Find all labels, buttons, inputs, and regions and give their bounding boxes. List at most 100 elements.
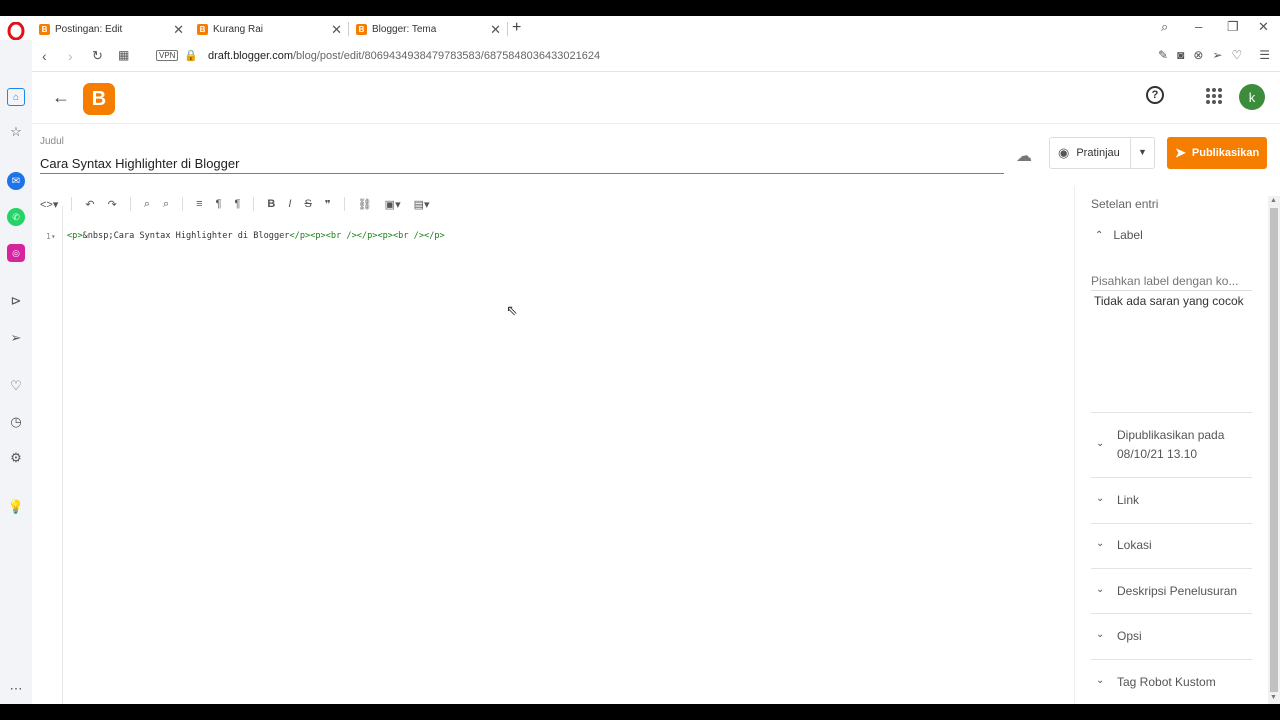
tab-kurang-rai[interactable]: B Kurang Rai ✕ (191, 18, 346, 40)
blogger-logo[interactable]: B (83, 83, 115, 115)
tab-label: Postingan: Edit (55, 23, 123, 35)
player-icon[interactable]: ⊳ (7, 292, 25, 310)
messenger-icon[interactable]: ✉ (7, 172, 25, 190)
label-section-header[interactable]: ⌃ Label (1091, 228, 1143, 242)
reload-icon[interactable]: ↻ (92, 48, 103, 64)
send-icon[interactable]: ➢ (7, 329, 25, 347)
code-gutter (32, 206, 63, 704)
tab-divider (507, 22, 508, 36)
published-section[interactable]: ⌄ Dipublikasikan pada 08/10/21 13.10 (1091, 426, 1252, 464)
code-open-tag: <p> (67, 231, 83, 241)
link-section[interactable]: ⌄ Link (1091, 491, 1252, 510)
chevron-down-icon: ⌄ (1096, 584, 1105, 595)
robot-tags-section[interactable]: ⌄ Tag Robot Kustom (1091, 673, 1252, 692)
location-section[interactable]: ⌄ Lokasi (1091, 536, 1252, 555)
close-tab-icon[interactable]: ✕ (173, 22, 184, 38)
bookmarks-icon[interactable]: ☆ (7, 123, 25, 141)
tab-blogger-tema[interactable]: B Blogger: Tema ✕ (350, 18, 505, 40)
edit-icon[interactable]: ✎ (1158, 48, 1168, 62)
search-tabs-icon[interactable]: ⌕ (1161, 19, 1168, 35)
undo-icon[interactable]: ↶ (85, 198, 94, 211)
heart-icon[interactable]: ♡ (7, 377, 25, 395)
redo-icon[interactable]: ↷ (108, 198, 117, 211)
instagram-icon[interactable]: ◎ (7, 244, 25, 262)
back-icon[interactable]: ‹ (42, 48, 47, 64)
close-window-icon[interactable]: ✕ (1258, 19, 1269, 35)
title-label: Judul (40, 136, 64, 147)
adblock-icon[interactable]: ⊗ (1193, 48, 1203, 62)
vpn-badge[interactable]: VPN (156, 50, 179, 61)
close-tab-icon[interactable]: ✕ (331, 22, 342, 38)
options-section[interactable]: ⌄ Opsi (1091, 627, 1252, 646)
video-icon[interactable]: ▤▾ (414, 198, 430, 211)
section-divider (1091, 523, 1252, 524)
browser-window: B Postingan: Edit ✕ B Kurang Rai ✕ B Blo… (0, 16, 1280, 704)
scroll-down-icon[interactable]: ▼ (1270, 694, 1277, 701)
more-icon[interactable]: ⋯ (7, 680, 25, 698)
preview-button[interactable]: ◉ Pratinjau ▼ (1049, 137, 1155, 169)
label-input[interactable] (1091, 271, 1252, 291)
strikethrough-icon[interactable]: S (304, 198, 311, 210)
bold-icon[interactable]: B (267, 198, 275, 210)
flow-icon[interactable]: ➢ (1212, 48, 1222, 62)
avatar[interactable]: k (1239, 84, 1265, 110)
tab-divider (348, 22, 349, 36)
mouse-cursor-icon: ⇖ (506, 302, 518, 318)
chevron-down-icon[interactable]: ▼ (1138, 147, 1147, 157)
menu-icon[interactable]: ☰ (1259, 48, 1270, 62)
format-align-icon[interactable]: ≡ (196, 198, 202, 210)
link-icon[interactable]: ⛓ (358, 198, 372, 211)
section-divider (1091, 613, 1252, 614)
whatsapp-icon[interactable]: ✆ (7, 208, 25, 226)
opera-logo-icon[interactable] (7, 22, 25, 40)
settings-title: Setelan entri (1091, 197, 1159, 211)
scrollbar-thumb[interactable] (1270, 208, 1278, 692)
camera-icon[interactable]: ◙ (1177, 48, 1184, 62)
help-icon[interactable]: ? (1146, 86, 1164, 104)
paragraph-icon[interactable]: ¶ (216, 198, 222, 210)
new-tab-button[interactable]: + (512, 19, 521, 37)
toolbar-divider (253, 197, 255, 211)
options-label: Opsi (1117, 629, 1142, 643)
minimize-icon[interactable]: – (1195, 19, 1202, 34)
url-field[interactable]: draft.blogger.com/blog/post/edit/8069434… (208, 50, 600, 62)
search-description-section[interactable]: ⌄ Deskripsi Penelusuran (1091, 582, 1252, 601)
chevron-down-icon: ⌄ (1096, 675, 1105, 686)
settings-scrollbar[interactable]: ▲ ▼ (1268, 196, 1280, 704)
tab-postingan-edit[interactable]: B Postingan: Edit ✕ (33, 18, 188, 40)
heart-icon[interactable]: ♡ (1231, 48, 1242, 62)
cloud-saved-icon: ☁ (1016, 148, 1032, 165)
section-divider (1091, 477, 1252, 478)
close-tab-icon[interactable]: ✕ (490, 22, 501, 38)
restore-icon[interactable]: ❐ (1227, 19, 1239, 35)
chevron-down-icon: ⌄ (1096, 493, 1105, 504)
apps-grid-icon[interactable] (1206, 88, 1222, 104)
robot-tags-label: Tag Robot Kustom (1117, 675, 1216, 689)
back-arrow-icon[interactable]: ← (52, 87, 70, 108)
search-replace-icon[interactable]: ⌕ (163, 198, 169, 211)
speed-dial-icon[interactable]: ▦ (118, 48, 129, 62)
toolbar-divider (129, 197, 131, 211)
post-title-input[interactable] (40, 154, 1004, 174)
home-icon[interactable]: ⌂ (7, 88, 25, 106)
image-icon[interactable]: ▣▾ (385, 198, 401, 211)
code-editor[interactable]: <p>&nbsp;Cara Syntax Highlighter di Blog… (67, 231, 445, 241)
search-description-label: Deskripsi Penelusuran (1117, 584, 1238, 598)
forward-icon[interactable]: › (68, 48, 73, 64)
paragraph-rtl-icon[interactable]: ¶ (235, 198, 241, 210)
chevron-up-icon: ⌃ (1095, 229, 1104, 241)
search-icon[interactable]: ⌕ (144, 198, 150, 211)
lightbulb-icon[interactable]: 💡 (7, 498, 25, 516)
lock-icon[interactable]: 🔒 (184, 49, 198, 62)
history-icon[interactable]: ◷ (7, 413, 25, 431)
quote-icon[interactable]: ❞ (325, 198, 331, 211)
publish-button[interactable]: ➤ Publikasikan (1167, 137, 1267, 169)
published-date: 08/10/21 13.10 (1117, 447, 1198, 461)
italic-icon[interactable]: I (288, 198, 291, 210)
scroll-up-icon[interactable]: ▲ (1270, 197, 1277, 204)
code-text: &nbsp;Cara Syntax Highlighter di Blogger (82, 231, 290, 241)
address-bar-tools: ✎ ◙ ⊗ ➢ ♡ ☰ (1158, 48, 1270, 62)
settings-icon[interactable]: ⚙ (7, 449, 25, 467)
blogger-favicon-icon: B (197, 23, 208, 35)
opera-sidebar: ⌂ ☆ ✉ ✆ ◎ ⊳ ➢ ♡ ◷ ⚙ 💡 ⋯ (0, 40, 32, 704)
